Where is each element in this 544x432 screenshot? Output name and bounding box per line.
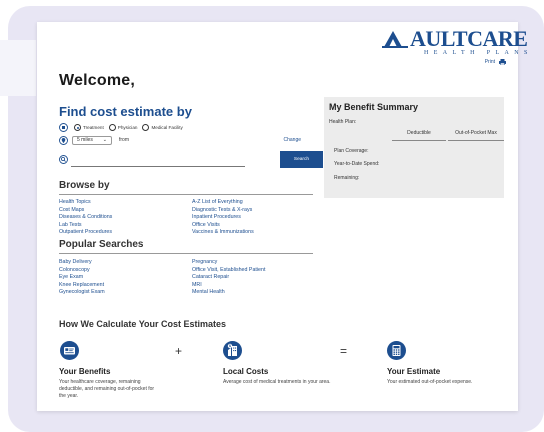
browse-link[interactable]: Vaccines & Immunizations [192, 229, 254, 235]
search-input[interactable] [71, 152, 245, 167]
popular-link[interactable]: Gynecologist Exam [59, 289, 105, 295]
find-cost-title: Find cost estimate by [59, 104, 192, 119]
search-type-radios: Treatment Physician Medical Facility [59, 123, 185, 132]
browse-divider [59, 194, 313, 195]
popular-link[interactable]: Knee Replacement [59, 282, 104, 288]
radio-physician-label: Physician [117, 125, 138, 130]
plus-operator: + [175, 344, 183, 358]
browse-by-heading: Browse by [59, 180, 110, 191]
benefits-card-icon [60, 341, 79, 360]
logo-text: AULTCARE [410, 26, 528, 51]
distance-value: 5 miles [77, 137, 93, 143]
remaining-label: Remaining: [334, 175, 360, 181]
radio-physician[interactable]: Physician [108, 124, 138, 131]
search-row: Search [59, 151, 323, 168]
local-costs-desc: Average cost of medical treatments in yo… [223, 379, 331, 385]
logo-mark-icon [382, 31, 408, 48]
deductible-column-header: Deductible [392, 130, 446, 141]
logo-subtext: HEALTH PLANS [424, 50, 533, 56]
popular-link[interactable]: Baby Delivery [59, 259, 92, 265]
local-costs-heading: Local Costs [223, 367, 269, 376]
radio-treatment[interactable]: Treatment [74, 124, 104, 131]
radio-facility-label: Medical Facility [151, 125, 183, 130]
popular-link[interactable]: Colonoscopy [59, 267, 90, 273]
change-location-link[interactable]: Change [283, 137, 301, 143]
your-benefits-desc: Your healthcare coverage, remaining dedu… [59, 379, 155, 399]
popular-link[interactable]: Mental Health [192, 289, 225, 295]
location-pin-icon [59, 136, 68, 145]
browse-link[interactable]: Diagnostic Tests & X-rays [192, 207, 252, 213]
popular-link[interactable]: Office Visit, Established Patient [192, 267, 265, 273]
browse-link[interactable]: Inpatient Procedures [192, 214, 241, 220]
your-benefits-heading: Your Benefits [59, 367, 111, 376]
calc-heading: How We Calculate Your Cost Estimates [59, 319, 227, 329]
distance-row: 5 miles ⌄ from Change [59, 136, 301, 146]
browse-link[interactable]: A-Z List of Everything [192, 199, 243, 205]
svg-text:$: $ [229, 344, 231, 348]
benefit-summary-title: My Benefit Summary [329, 102, 419, 112]
browse-link[interactable]: Diseases & Conditions [59, 214, 112, 220]
welcome-heading: Welcome, [59, 72, 135, 89]
radio-physician-circle[interactable] [108, 124, 116, 131]
ytd-spend-label: Year-to-Date Spend: [334, 161, 380, 167]
search-icon [59, 155, 68, 164]
your-estimate-heading: Your Estimate [387, 367, 441, 376]
popular-link[interactable]: Cataract Repair [192, 274, 229, 280]
radio-treatment-label: Treatment [83, 125, 104, 130]
popular-link[interactable]: Pregnancy [192, 259, 217, 265]
health-plan-label: Health Plan: [329, 119, 357, 125]
print-label: Print [484, 59, 495, 65]
radio-medical-facility[interactable]: Medical Facility [142, 124, 183, 131]
browse-link[interactable]: Office Visits [192, 222, 220, 228]
chevron-down-icon: ⌄ [102, 137, 107, 143]
print-link[interactable]: Print [485, 59, 506, 65]
browse-link[interactable]: Lab Tests [59, 222, 82, 228]
plan-coverage-label: Plan Coverage: [334, 148, 369, 154]
printer-icon [499, 59, 506, 65]
search-button[interactable]: Search [280, 151, 323, 168]
equals-operator: = [340, 344, 348, 358]
oop-max-column-header: Out-of-Pocket Max [448, 130, 504, 141]
browse-link[interactable]: Outpatient Procedures [59, 229, 112, 235]
browse-link[interactable]: Health Topics [59, 199, 91, 205]
your-estimate-desc: Your estimated out-of-pocket expense. [387, 379, 473, 385]
popular-divider [59, 253, 313, 254]
calculator-icon [387, 341, 406, 360]
radio-treatment-circle[interactable] [74, 124, 81, 131]
from-label: from [119, 137, 129, 143]
local-costs-icon: $ [223, 341, 242, 360]
popular-searches-heading: Popular Searches [59, 239, 144, 250]
distance-select[interactable]: 5 miles ⌄ [72, 136, 112, 145]
popular-link[interactable]: MRI [192, 282, 202, 288]
browse-link[interactable]: Cost Maps [59, 207, 84, 213]
cost-estimator-page: AULTCARE HEALTH PLANS Print Welcome, Fin… [37, 22, 528, 411]
doctor-icon [59, 123, 68, 132]
background-tint [0, 40, 36, 96]
popular-link[interactable]: Eye Exam [59, 274, 83, 280]
benefit-summary-box: My Benefit Summary Health Plan: Deductib… [324, 97, 504, 198]
radio-facility-circle[interactable] [142, 124, 150, 131]
